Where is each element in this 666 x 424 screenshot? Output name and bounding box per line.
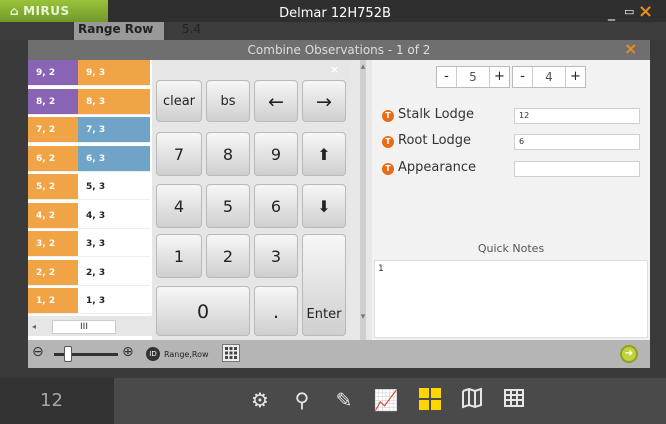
range-row-label: Range,Row bbox=[164, 349, 209, 359]
grid-cell[interactable]: 4, 3 bbox=[78, 202, 150, 229]
row-value[interactable]: 4 bbox=[533, 67, 565, 87]
key-left-arrow[interactable]: ← bbox=[254, 80, 298, 122]
grid-cell[interactable]: 4, 2 bbox=[28, 202, 78, 229]
key-0[interactable]: 0 bbox=[156, 286, 250, 336]
quick-notes-title: Quick Notes bbox=[477, 242, 545, 255]
key-1[interactable]: 1 bbox=[156, 234, 202, 278]
key-right-arrow[interactable]: → bbox=[302, 80, 346, 122]
background-range-row-header: Range Row bbox=[74, 22, 164, 40]
grid-cell[interactable]: 5, 3 bbox=[78, 174, 150, 200]
grid-cell[interactable]: 5, 2 bbox=[28, 174, 78, 200]
observation-value-root-lodge[interactable]: 6 bbox=[514, 134, 640, 150]
key-4[interactable]: 4 bbox=[156, 184, 202, 228]
grid-cell[interactable]: 2, 3 bbox=[78, 259, 150, 286]
range-stepper[interactable]: - 5 + bbox=[436, 66, 510, 88]
dialog-title: Combine Observations - 1 of 2 bbox=[28, 40, 650, 60]
observation-label-root-lodge: Root Lodge bbox=[398, 133, 472, 148]
row-stepper[interactable]: - 4 + bbox=[512, 66, 586, 88]
grid-cell[interactable]: 9, 2 bbox=[28, 60, 78, 86]
grid-cell[interactable]: 7, 3 bbox=[78, 117, 150, 143]
key-8[interactable]: 8 bbox=[206, 132, 250, 176]
layout-grid-icon[interactable] bbox=[416, 386, 444, 414]
grid-cell[interactable]: 7, 2 bbox=[28, 117, 78, 143]
grid-cell[interactable]: 9, 3 bbox=[78, 60, 150, 86]
chart-icon[interactable]: 📈 bbox=[372, 386, 400, 414]
key-2[interactable]: 2 bbox=[206, 234, 250, 278]
range-decrement-button[interactable]: - bbox=[437, 67, 457, 87]
observation-label-stalk-lodge: Stalk Lodge bbox=[398, 107, 475, 122]
settings-icon[interactable]: ⚙ bbox=[246, 386, 274, 414]
map-icon[interactable] bbox=[458, 386, 486, 414]
observation-value-appearance[interactable] bbox=[514, 161, 640, 177]
app-logo[interactable]: ⌂ MIRUS bbox=[0, 0, 108, 22]
key-3[interactable]: 3 bbox=[254, 234, 298, 278]
scroll-left-icon[interactable]: ◂ bbox=[32, 322, 38, 332]
grid-cell[interactable]: 2, 2 bbox=[28, 259, 78, 286]
range-row-toggle[interactable]: ID Range,Row bbox=[146, 345, 218, 363]
trait-icon: T bbox=[382, 110, 394, 122]
window-title: Delmar 12H752B bbox=[279, 6, 391, 21]
scroll-down-icon[interactable]: ▾ bbox=[356, 312, 370, 324]
grid-scroll-thumb[interactable]: III bbox=[52, 320, 116, 334]
grid-cell[interactable]: 6, 2 bbox=[28, 145, 78, 172]
observation-label-appearance: Appearance bbox=[398, 160, 477, 175]
id-icon: ID bbox=[146, 347, 160, 361]
range-increment-button[interactable]: + bbox=[489, 67, 509, 87]
row-decrement-button[interactable]: - bbox=[513, 67, 533, 87]
key-5[interactable]: 5 bbox=[206, 184, 250, 228]
scrollbar-track[interactable] bbox=[360, 60, 366, 340]
trait-icon: T bbox=[382, 163, 394, 175]
background-number: 5.4 bbox=[182, 22, 202, 36]
range-value[interactable]: 5 bbox=[457, 67, 489, 87]
grid-cell[interactable]: 1, 2 bbox=[28, 288, 78, 314]
key-up-arrow[interactable]: ⬆ bbox=[302, 132, 346, 176]
key-down-arrow[interactable]: ⬇ bbox=[302, 184, 346, 228]
minimize-icon[interactable]: _ bbox=[608, 6, 622, 20]
key-7[interactable]: 7 bbox=[156, 132, 202, 176]
grid-view-icon[interactable] bbox=[222, 344, 240, 362]
grid-cell[interactable]: 6, 3 bbox=[78, 145, 150, 172]
key-clear[interactable]: clear bbox=[156, 80, 202, 122]
row-increment-button[interactable]: + bbox=[565, 67, 585, 87]
grid-cell[interactable]: 8, 3 bbox=[78, 88, 150, 115]
key-6[interactable]: 6 bbox=[254, 184, 298, 228]
key-decimal[interactable]: . bbox=[254, 286, 298, 336]
grid-cell[interactable]: 3, 2 bbox=[28, 231, 78, 257]
table-icon[interactable] bbox=[500, 386, 528, 414]
grid-cell[interactable]: 3, 3 bbox=[78, 231, 150, 257]
location-pin-icon[interactable]: ⚲ bbox=[288, 386, 316, 414]
observation-value-stalk-lodge[interactable]: 12 bbox=[514, 108, 640, 124]
close-icon[interactable]: × bbox=[638, 3, 656, 21]
trait-icon: T bbox=[382, 136, 394, 148]
scroll-up-icon[interactable]: ▴ bbox=[356, 62, 370, 74]
zoom-out-icon[interactable]: ⊖ bbox=[32, 344, 48, 360]
key-9[interactable]: 9 bbox=[254, 132, 298, 176]
key-enter[interactable]: Enter bbox=[302, 234, 346, 336]
zoom-slider-thumb[interactable] bbox=[64, 346, 72, 362]
maximize-icon[interactable]: ▭ bbox=[624, 5, 638, 19]
zoom-in-icon[interactable]: ⊕ bbox=[122, 344, 138, 360]
logo-text: MIRUS bbox=[23, 4, 70, 18]
grid-cell[interactable]: 8, 2 bbox=[28, 88, 78, 115]
key-backspace[interactable]: bs bbox=[206, 80, 250, 122]
grid-cell[interactable]: 1, 3 bbox=[78, 288, 150, 314]
current-plot-number[interactable]: 12 bbox=[40, 390, 80, 411]
edit-pencil-icon[interactable]: ✎ bbox=[330, 386, 358, 414]
dialog-close-icon[interactable]: × bbox=[624, 41, 640, 57]
home-icon: ⌂ bbox=[10, 4, 20, 18]
next-arrow-icon[interactable]: ➜ bbox=[620, 345, 638, 363]
keypad-close-icon[interactable]: × bbox=[330, 64, 342, 76]
quick-notes-textarea[interactable]: 1 bbox=[374, 260, 648, 338]
